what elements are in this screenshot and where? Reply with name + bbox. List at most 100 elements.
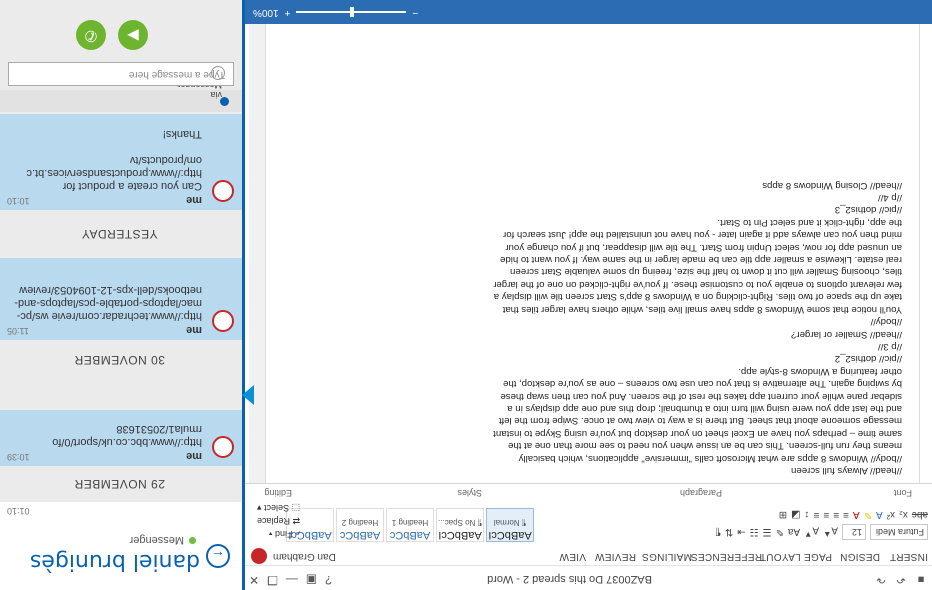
justify-icon[interactable]: ≡ (814, 509, 820, 520)
restore-icon[interactable]: ❐ (267, 573, 278, 587)
message-sender: me (186, 324, 202, 336)
style-normal[interactable]: AaBbCcI ¶ Normal (486, 508, 534, 542)
tab-references[interactable]: REFERENCES (691, 551, 762, 562)
redo-icon[interactable]: ↷ (874, 572, 888, 586)
replace-label: Replace (257, 516, 291, 526)
align-left-icon[interactable]: ≡ (843, 509, 849, 520)
minimize-icon[interactable]: — (286, 573, 298, 587)
message-text[interactable]: Can you create a product for http://www.… (12, 127, 202, 192)
account-name[interactable]: Dan Grabham (273, 551, 336, 562)
tab-design[interactable]: DESIGN (840, 551, 880, 562)
tab-view[interactable]: VIEW (559, 551, 586, 562)
pilcrow-icon[interactable]: ¶ (715, 527, 720, 538)
ribbon-display-icon[interactable]: ▣ (306, 573, 317, 587)
find-button[interactable]: ⌕ Find ▾ (257, 527, 300, 540)
format-controls: abc x₂ x² A ✎ A ≡ ≡ ≡ ≡ ↕ ◪ ⊞ (779, 509, 928, 520)
document-page[interactable]: //head// Always full screen //body// Win… (317, 24, 917, 480)
font-name-box[interactable]: Futura Medi (870, 524, 928, 540)
help-icon[interactable]: ? (325, 573, 332, 587)
message-time: 10:10 (7, 196, 30, 206)
via-bar[interactable]: via Messenger (0, 80, 242, 112)
day-separator: 29 NOVEMBER (74, 477, 165, 491)
style-preview: AaBbCc (389, 529, 431, 541)
account-avatar[interactable] (251, 548, 267, 564)
replace-button[interactable]: ⇄ Replace (257, 514, 300, 527)
editing-group: ⌕ Find ▾ ⇄ Replace ⬚ Select ▾ (257, 501, 300, 540)
contact-service: Messenger (130, 534, 196, 546)
message-text[interactable]: http://www.bbc.co.uk/sport/0/fo rmula1/2… (12, 422, 202, 448)
call-button[interactable]: ✆ (76, 20, 106, 50)
snap-splitter[interactable] (245, 290, 248, 310)
message-input[interactable]: Type a message here (8, 62, 234, 86)
emoticon-icon[interactable] (211, 66, 225, 80)
message-item[interactable]: me 10:10 Can you create a product for ht… (0, 114, 242, 210)
style-preview: AaBbCcI (438, 529, 482, 541)
word-window: ■ ↶ ↷ BAZ0037 Do this spread 2 - Word ? … (245, 0, 932, 590)
style-name: Heading 2 (341, 518, 379, 527)
document-text[interactable]: //head// Always full screen //body// Win… (492, 178, 902, 476)
shading-icon[interactable]: ◪ (791, 509, 800, 520)
quick-access-toolbar: ■ ↶ ↷ (874, 572, 928, 586)
tab-review[interactable]: REVIEW (595, 551, 636, 562)
undo-icon[interactable]: ↶ (894, 572, 908, 586)
style-preview: AaBbCc (339, 529, 381, 541)
close-icon[interactable]: ✕ (249, 573, 259, 587)
contact-name: daniel brunigès (29, 549, 200, 574)
highlight-icon[interactable]: ✎ (864, 509, 872, 520)
bullets-icon[interactable]: ☰ (763, 527, 772, 538)
style-name: ¶ Normal (493, 518, 527, 527)
align-center-icon[interactable]: ≡ (833, 509, 839, 520)
title-bar: ■ ↶ ↷ BAZ0037 Do this spread 2 - Word ? … (245, 565, 932, 590)
clear-format-icon[interactable]: ✎ (776, 527, 784, 538)
borders-icon[interactable]: ⊞ (779, 509, 787, 520)
zoom-knob[interactable] (350, 7, 355, 18)
message-time: 10:39 (7, 452, 30, 462)
style-heading-1[interactable]: AaBbCc Heading 1 (386, 508, 434, 542)
day-separator: YESTERDAY (81, 227, 158, 241)
tab-insert[interactable]: INSERT (890, 551, 928, 562)
strikethrough-icon[interactable]: abc (912, 509, 928, 520)
group-label-styles: Styles (457, 488, 482, 498)
style-name: Heading 1 (391, 518, 429, 527)
grow-font-icon[interactable]: A▲ (823, 524, 838, 539)
selection-arrow (242, 385, 254, 405)
vertical-scrollbar[interactable] (249, 0, 266, 483)
style-heading-2[interactable]: AaBbCc Heading 2 (336, 508, 384, 542)
video-call-button[interactable]: ▶ (118, 20, 148, 50)
subscript-icon[interactable]: x₂ (899, 509, 908, 520)
message-text[interactable]: http://www.techradar.com/revie ws/pc-mac… (12, 283, 202, 322)
message-item[interactable]: me 11:05 http://www.techradar.com/revie … (0, 258, 242, 340)
text-effects-icon[interactable]: A (876, 509, 883, 520)
numbering-icon[interactable]: ☷ (750, 527, 759, 538)
message-text-line: Can you create a product for http://www.… (26, 154, 202, 192)
screen: ■ ↶ ↷ BAZ0037 Do this spread 2 - Word ? … (0, 0, 932, 590)
zoom-in-icon[interactable]: + (285, 7, 291, 18)
avatar (212, 310, 234, 332)
tab-page-layout[interactable]: PAGE LAYOUT (760, 551, 832, 562)
zoom-slider[interactable] (296, 7, 407, 18)
back-icon[interactable]: ← (206, 544, 230, 568)
zoom-level[interactable]: 100% (253, 7, 279, 18)
line-spacing-icon[interactable]: ↕ (805, 509, 810, 520)
messenger-header: ← daniel brunigès Messenger (0, 520, 242, 590)
zoom-out-icon[interactable]: − (412, 7, 418, 18)
message-partial: 01:10 (0, 502, 242, 520)
window-controls: ? ▣ — ❐ ✕ (249, 573, 332, 587)
font-color-icon[interactable]: A (853, 509, 860, 520)
save-icon[interactable]: ■ (914, 572, 928, 586)
font-size-box[interactable]: 12 (842, 524, 866, 540)
ruler-margin (919, 24, 932, 483)
tab-mailings[interactable]: MAILINGS (642, 551, 692, 562)
message-item[interactable]: me 10:39 http://www.bbc.co.uk/sport/0/fo… (0, 410, 242, 466)
shrink-font-icon[interactable]: A▼ (804, 524, 819, 539)
change-case-icon[interactable]: Aa (788, 527, 800, 538)
sort-icon[interactable]: ⇅ (725, 527, 733, 538)
align-right-icon[interactable]: ≡ (823, 509, 829, 520)
style-no-spacing[interactable]: AaBbCcI ¶ No Spac... (436, 508, 484, 542)
indent-icon[interactable]: ⇥ (737, 527, 745, 538)
superscript-icon[interactable]: x² (887, 509, 895, 520)
styles-gallery: AaBbCcI ¶ Normal AaBbCcI ¶ No Spac... AaBb… (286, 508, 534, 542)
message-time: 11:05 (7, 326, 29, 336)
select-button[interactable]: ⬚ Select ▾ (257, 501, 300, 514)
ribbon-tabs: INSERT DESIGN PAGE LAYOUT REFERENCES MAI… (245, 546, 932, 566)
